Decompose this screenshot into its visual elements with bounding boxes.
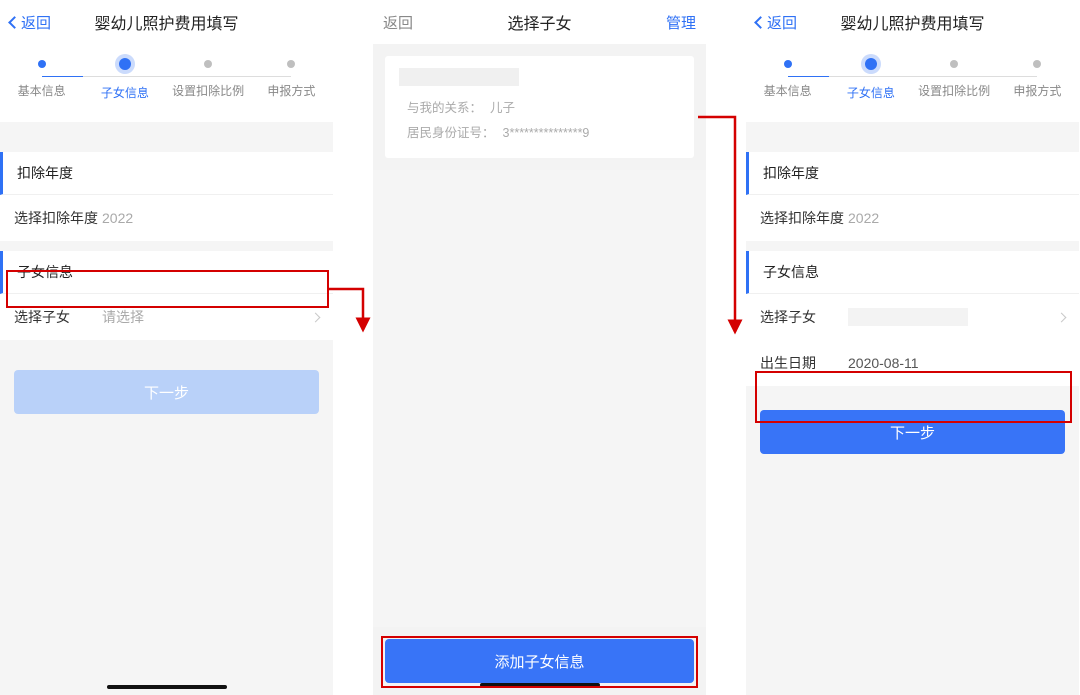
chevron-left-icon bbox=[8, 16, 21, 29]
next-button-disabled[interactable]: 下一步 bbox=[14, 370, 319, 414]
page-title: 选择子女 bbox=[437, 10, 642, 34]
relation-value: 儿子 bbox=[490, 101, 515, 115]
home-indicator bbox=[480, 683, 600, 687]
next-button[interactable]: 下一步 bbox=[760, 410, 1065, 454]
step-basic-info: 基本信息 bbox=[746, 56, 829, 122]
screen-child-info-empty: 返回 婴幼儿照护费用填写 基本信息 子女信息 设置扣除比例 bbox=[0, 0, 333, 695]
id-value: 3***************9 bbox=[503, 126, 590, 140]
select-child-label: 选择子女 bbox=[14, 307, 102, 327]
navbar: 返回 选择子女 管理 bbox=[373, 0, 706, 44]
add-child-button[interactable]: 添加子女信息 bbox=[385, 639, 694, 683]
section-child-info: 子女信息 选择子女 出生日期 2020-08-11 bbox=[746, 251, 1079, 386]
row-select-year[interactable]: 选择扣除年度 2022 bbox=[746, 195, 1079, 241]
card-relation-line: 与我的关系： 儿子 bbox=[399, 96, 680, 121]
section-title-year: 扣除年度 bbox=[0, 152, 333, 195]
year-label: 选择扣除年度 bbox=[760, 208, 848, 228]
back-button[interactable]: 返回 bbox=[10, 12, 64, 33]
step-declare-method: 申报方式 bbox=[996, 56, 1079, 122]
back-button[interactable]: 返回 bbox=[756, 12, 810, 33]
id-label: 居民身份证号： bbox=[407, 126, 495, 140]
chevron-right-icon bbox=[1057, 312, 1067, 322]
section-title-year: 扣除年度 bbox=[746, 152, 1079, 195]
chevron-left-icon bbox=[754, 16, 767, 29]
year-value: 2022 bbox=[102, 210, 319, 226]
home-indicator bbox=[107, 685, 227, 689]
back-label: 返回 bbox=[21, 12, 51, 33]
step-child-info: 子女信息 bbox=[829, 56, 912, 122]
manage-button[interactable]: 管理 bbox=[642, 12, 696, 33]
select-child-value bbox=[848, 308, 1058, 326]
stepper: 基本信息 子女信息 设置扣除比例 申报方式 bbox=[0, 44, 333, 122]
child-card[interactable]: 与我的关系： 儿子 居民身份证号： 3***************9 bbox=[385, 56, 694, 158]
step-declare-method: 申报方式 bbox=[250, 56, 333, 122]
stepper: 基本信息 子女信息 设置扣除比例 申报方式 bbox=[746, 44, 1079, 122]
step-deduction-ratio: 设置扣除比例 bbox=[913, 56, 996, 122]
card-id-line: 居民身份证号： 3***************9 bbox=[399, 121, 680, 146]
page-title: 婴幼儿照护费用填写 bbox=[810, 10, 1015, 34]
back-label: 返回 bbox=[383, 12, 413, 33]
relation-label: 与我的关系： bbox=[407, 101, 482, 115]
row-select-year[interactable]: 选择扣除年度 2022 bbox=[0, 195, 333, 241]
navbar: 返回 婴幼儿照护费用填写 bbox=[0, 0, 333, 44]
dob-label: 出生日期 bbox=[760, 353, 848, 373]
row-birthdate: 出生日期 2020-08-11 bbox=[746, 340, 1079, 386]
section-deduction-year: 扣除年度 选择扣除年度 2022 bbox=[0, 152, 333, 241]
navbar: 返回 婴幼儿照护费用填写 bbox=[746, 0, 1079, 44]
dob-value: 2020-08-11 bbox=[848, 355, 1065, 371]
section-title-child: 子女信息 bbox=[746, 251, 1079, 294]
section-deduction-year: 扣除年度 选择扣除年度 2022 bbox=[746, 152, 1079, 241]
step-basic-info: 基本信息 bbox=[0, 56, 83, 122]
section-child-info: 子女信息 选择子女 请选择 bbox=[0, 251, 333, 340]
child-value-mask bbox=[848, 308, 968, 326]
step-child-info: 子女信息 bbox=[83, 56, 166, 122]
year-value: 2022 bbox=[848, 210, 1065, 226]
bottom-bar: 添加子女信息 bbox=[373, 627, 706, 695]
back-label: 返回 bbox=[767, 12, 797, 33]
row-select-child[interactable]: 选择子女 请选择 bbox=[0, 294, 333, 340]
page-title: 婴幼儿照护费用填写 bbox=[64, 10, 269, 34]
chevron-right-icon bbox=[311, 312, 321, 322]
child-name-mask bbox=[399, 68, 519, 86]
screen-child-info-filled: 返回 婴幼儿照护费用填写 基本信息 子女信息 设置扣除比例 bbox=[746, 0, 1079, 695]
step-deduction-ratio: 设置扣除比例 bbox=[167, 56, 250, 122]
select-child-label: 选择子女 bbox=[760, 307, 848, 327]
section-title-child: 子女信息 bbox=[0, 251, 333, 294]
select-child-placeholder: 请选择 bbox=[102, 307, 312, 327]
row-select-child[interactable]: 选择子女 bbox=[746, 294, 1079, 340]
back-button[interactable]: 返回 bbox=[383, 12, 437, 33]
screen-select-child: 返回 选择子女 管理 与我的关系： 儿子 居民身份证号： 3************… bbox=[373, 0, 706, 695]
year-label: 选择扣除年度 bbox=[14, 208, 102, 228]
